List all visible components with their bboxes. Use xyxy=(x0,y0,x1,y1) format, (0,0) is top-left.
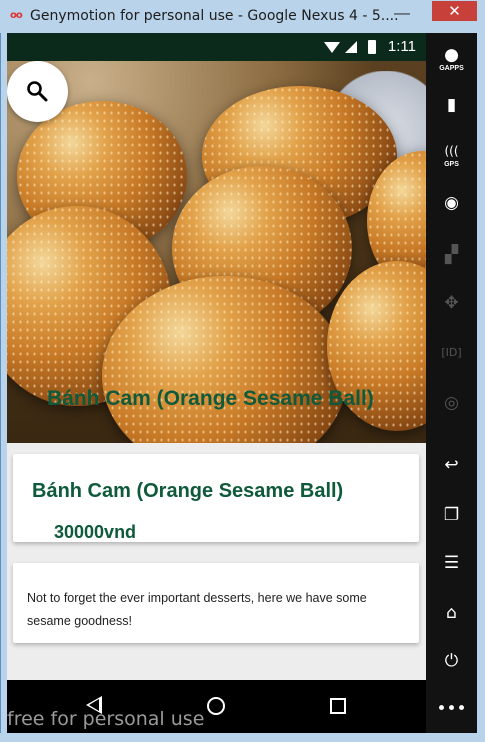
remote-control-button[interactable]: ✥ xyxy=(426,291,477,327)
window-titlebar[interactable]: oo Genymotion for personal use - Google … xyxy=(0,0,485,33)
disk-icon: ◎ xyxy=(444,393,459,413)
toolbar-home-button[interactable]: ⌂ xyxy=(426,601,477,637)
webcam-icon: ◉ xyxy=(444,193,459,213)
hero-caption: Bánh Cam (Orange Sesame Ball) xyxy=(47,387,374,410)
search-button[interactable] xyxy=(7,61,68,122)
watermark: free for personal use xyxy=(7,708,205,730)
search-icon xyxy=(27,81,48,102)
home-icon: ⌂ xyxy=(446,603,457,623)
clapperboard-icon: ▞ xyxy=(444,245,459,265)
gapps-icon: ● xyxy=(444,45,459,65)
id-icon: [ID] xyxy=(441,346,462,359)
nav-recent-apps-icon[interactable] xyxy=(330,698,346,714)
toolbar-recent-apps-button[interactable]: ❐ xyxy=(426,503,477,539)
item-description-card: Not to forget the ever important dessert… xyxy=(13,563,419,643)
dpad-icon: ✥ xyxy=(444,293,459,313)
window-border-bottom xyxy=(0,733,485,742)
device-screen: Bánh Cam (Orange Sesame Ball) 1:11 Bánh … xyxy=(7,33,426,733)
toolbar-power-button[interactable]: ⏻ xyxy=(426,649,477,685)
gps-button[interactable]: ((( GPS xyxy=(426,139,477,175)
minimize-button[interactable]: — xyxy=(387,6,417,26)
toolbar-more-button[interactable]: ••• xyxy=(426,697,477,733)
status-bar: 1:11 xyxy=(7,33,426,61)
wifi-gps-icon: ((( xyxy=(444,144,459,158)
screencast-button[interactable]: ▞ xyxy=(426,243,477,279)
toolbar-menu-button[interactable]: ☰ xyxy=(426,551,477,587)
back-arrow-icon: ↩ xyxy=(444,455,459,475)
disk-io-button[interactable]: ◎ xyxy=(426,391,477,427)
battery-icon xyxy=(368,40,376,54)
nav-home-icon[interactable] xyxy=(207,697,225,715)
window-title: Genymotion for personal use - Google Nex… xyxy=(30,8,399,24)
window-border-right xyxy=(477,33,485,733)
item-title: Bánh Cam (Orange Sesame Ball) xyxy=(32,480,344,502)
toolbar-back-button[interactable]: ↩ xyxy=(426,453,477,489)
item-title-card: Bánh Cam (Orange Sesame Ball) 30000vnd xyxy=(13,454,419,542)
battery-button[interactable]: ▮ xyxy=(426,93,477,129)
battery-icon: ▮ xyxy=(446,95,457,115)
item-price: 30000vnd xyxy=(54,522,137,542)
identifiers-button[interactable]: [ID] xyxy=(426,341,477,377)
item-description: Not to forget the ever important dessert… xyxy=(27,591,367,628)
signal-icon xyxy=(345,41,357,53)
menu-icon: ☰ xyxy=(443,553,460,573)
genymotion-logo-icon: oo xyxy=(10,10,23,21)
close-button[interactable]: ✕ xyxy=(432,1,477,21)
dish-photo: Bánh Cam (Orange Sesame Ball) xyxy=(7,61,426,443)
wifi-icon xyxy=(324,42,340,53)
gapps-button[interactable]: ● GAPPS xyxy=(426,43,477,79)
webcam-button[interactable]: ◉ xyxy=(426,191,477,227)
status-time: 1:11 xyxy=(387,38,416,55)
gapps-label: GAPPS xyxy=(439,65,464,72)
power-icon: ⏻ xyxy=(444,651,459,671)
gps-label: GPS xyxy=(444,161,459,168)
recent-apps-icon: ❐ xyxy=(443,505,460,525)
emulator-toolbar: ● GAPPS ▮ ((( GPS ◉ ▞ ✥ [ID] ◎ ↩ ❐ ☰ ⌂ ⏻… xyxy=(426,33,477,733)
more-dots-icon: ••• xyxy=(436,699,467,719)
